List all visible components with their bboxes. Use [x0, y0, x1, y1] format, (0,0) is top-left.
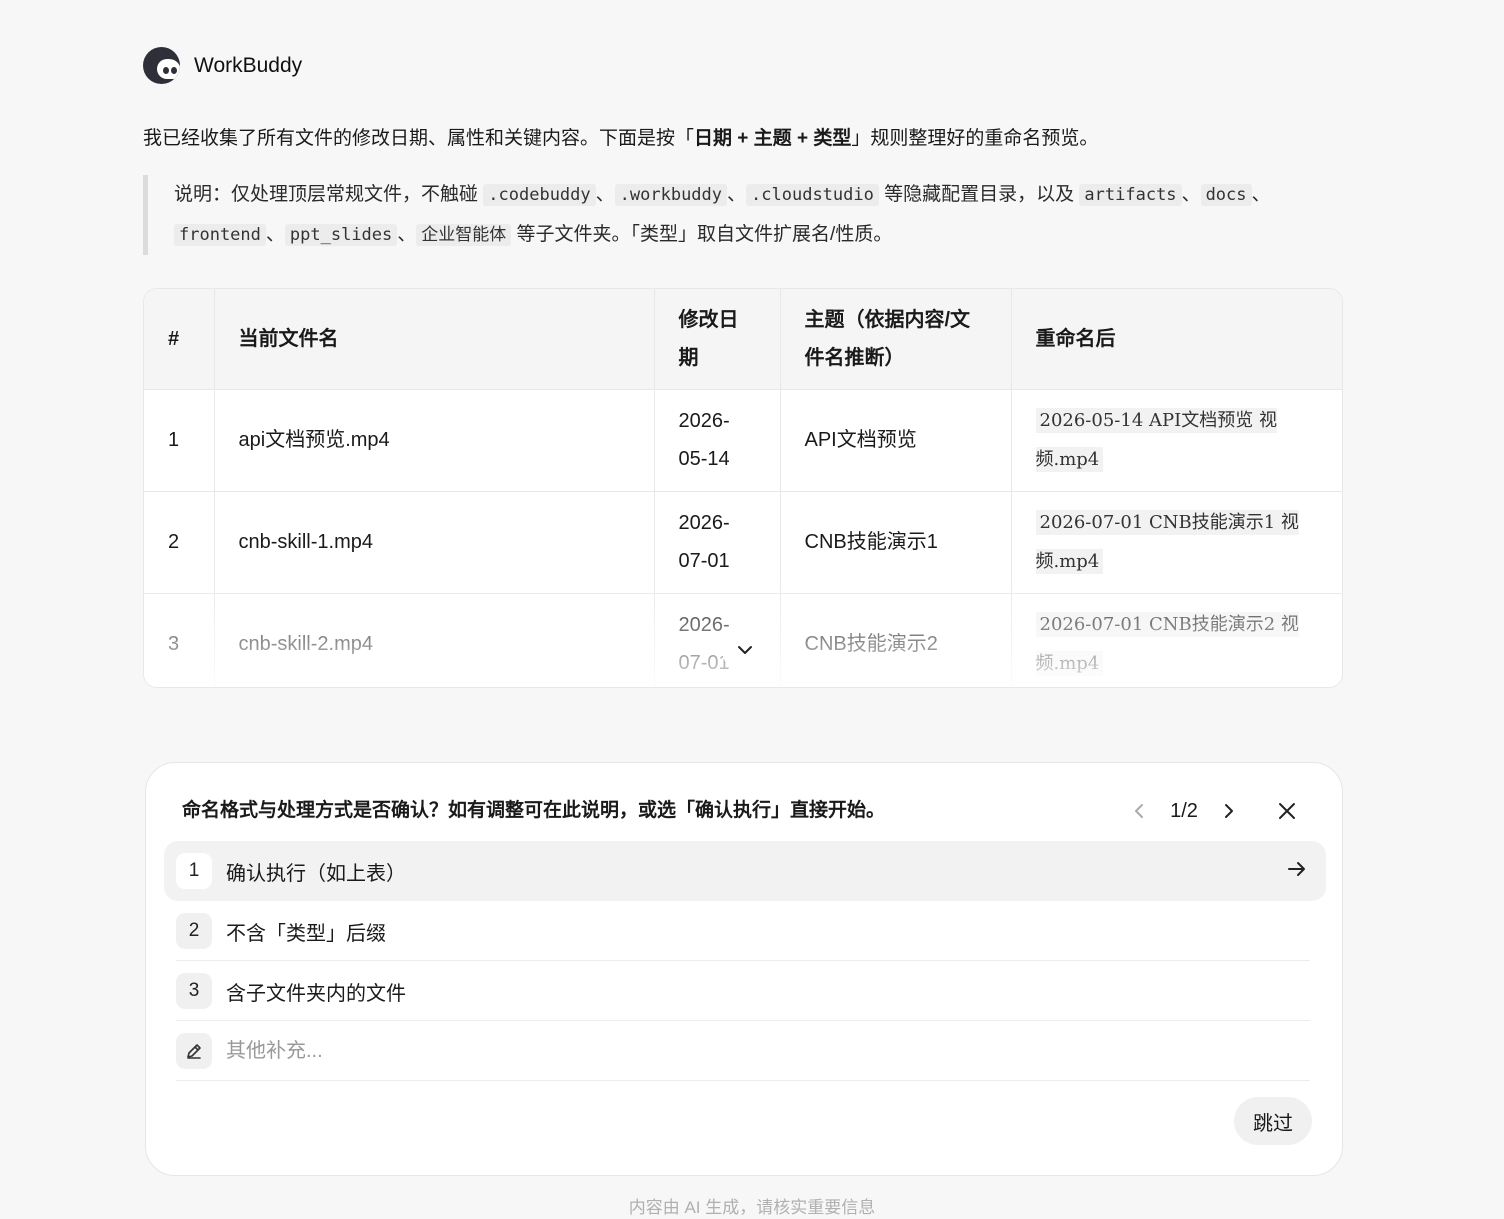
cell-index: 2 — [144, 491, 215, 594]
hidden-dir-code: .cloudstudio — [746, 184, 879, 206]
divider — [176, 1080, 1310, 1081]
chevron-right-icon — [1225, 804, 1233, 818]
cell-topic: CNB技能演示1 — [780, 491, 1012, 594]
cell-topic: CNB技能演示2 — [780, 593, 1012, 687]
cell-renamed: 2026-05-14 API文档预览 视频.mp4 — [1011, 389, 1342, 492]
note-separator: 、 — [1251, 184, 1271, 205]
option-no-type-suffix[interactable]: 2 不含「类型」后缀 — [164, 901, 1326, 961]
table-row: 1 api文档预览.mp4 2026-05-14 API文档预览 2026-05… — [144, 389, 1342, 492]
next-page-button[interactable] — [1214, 797, 1244, 825]
cell-date: 2026-05-14 — [654, 389, 781, 492]
option-number: 3 — [176, 973, 212, 1009]
option-number: 2 — [176, 913, 212, 949]
hidden-dir-code: .codebuddy — [483, 184, 596, 206]
cell-topic: API文档预览 — [780, 389, 1012, 492]
option-label: 确认执行（如上表） — [226, 862, 406, 885]
cell-current-name: cnb-skill-1.mp4 — [214, 491, 655, 594]
option-label: 含子文件夹内的文件 — [226, 982, 406, 1005]
option-label: 不含「类型」后缀 — [226, 922, 386, 945]
intro-rule: 日期 + 主题 + 类型 — [694, 128, 852, 149]
table-row: 2 cnb-skill-1.mp4 2026-07-01 CNB技能演示1 20… — [144, 491, 1342, 594]
chevron-down-icon — [738, 646, 752, 654]
header-index: # — [144, 289, 215, 390]
rename-preview-table[interactable]: # 当前文件名 修改日期 主题（依据内容/文件名推断） 重命名后 1 api文档… — [143, 288, 1343, 688]
sub-dir-code: artifacts — [1079, 184, 1182, 206]
cell-renamed: 2026-07-01 CNB技能演示2 视频.mp4 — [1011, 593, 1342, 687]
note-mid-text: 等隐藏配置目录，以及 — [878, 184, 1080, 205]
header-topic: 主题（依据内容/文件名推断） — [780, 289, 1012, 390]
cell-current-name: cnb-skill-2.mp4 — [214, 593, 655, 687]
cell-renamed: 2026-07-01 CNB技能演示1 视频.mp4 — [1011, 491, 1342, 594]
sub-dir-code: frontend — [174, 224, 266, 246]
note-separator: 、 — [727, 184, 747, 205]
note-blockquote: 说明：仅处理顶层常规文件，不触碰 .codebuddy、 .workbuddy、.… — [143, 175, 1343, 255]
cell-index: 3 — [144, 593, 215, 687]
ai-disclaimer: 内容由 AI 生成，请核实重要信息 — [628, 1198, 876, 1217]
cell-current-name: api文档预览.mp4 — [214, 389, 655, 492]
app-name: WorkBuddy — [194, 53, 303, 77]
sub-dir-code: ppt_slides — [284, 224, 398, 246]
sub-dir-code: 企业智能体 — [416, 224, 512, 246]
sub-dir-code: docs — [1200, 184, 1252, 206]
header-renamed: 重命名后 — [1011, 289, 1342, 390]
intro-text-after: 」规则整理好的重命名预览。 — [851, 128, 1099, 149]
page-indicator: 1/2 — [1170, 799, 1198, 822]
header-current-name: 当前文件名 — [214, 289, 655, 390]
cell-index: 1 — [144, 389, 215, 492]
chevron-left-icon — [1135, 804, 1143, 818]
option-other[interactable] — [164, 1021, 1326, 1081]
question-text: 命名格式与处理方式是否确认？如有调整可在此说明，或选「确认执行」直接开始。 — [182, 800, 886, 821]
other-input[interactable] — [226, 1039, 1126, 1063]
question-panel: 命名格式与处理方式是否确认？如有调整可在此说明，或选「确认执行」直接开始。 1/… — [145, 762, 1343, 1176]
intro-message: 我已经收集了所有文件的修改日期、属性和关键内容。下面是按「日期 + 主题 + 类… — [143, 125, 1343, 153]
renamed-code: 2026-07-01 CNB技能演示1 视频.mp4 — [1035, 510, 1299, 574]
note-prefix: 说明：仅处理顶层常规文件，不触碰 — [174, 184, 484, 205]
prev-page-button[interactable] — [1124, 797, 1154, 825]
renamed-code: 2026-07-01 CNB技能演示2 视频.mp4 — [1035, 612, 1299, 676]
header-modified-date: 修改日期 — [654, 289, 781, 390]
note-separator: 、 — [265, 224, 285, 245]
close-icon — [1279, 803, 1295, 819]
note-separator: 、 — [1181, 184, 1201, 205]
renamed-code: 2026-05-14 API文档预览 视频.mp4 — [1035, 408, 1277, 472]
hidden-dir-code: .workbuddy — [614, 184, 728, 206]
note-separator: 、 — [595, 184, 615, 205]
option-include-subfolders[interactable]: 3 含子文件夹内的文件 — [164, 961, 1326, 1021]
note-separator: 、 — [397, 224, 417, 245]
skip-button[interactable]: 跳过 — [1234, 1097, 1312, 1145]
edit-pen-icon — [176, 1033, 212, 1069]
table-header-row: # 当前文件名 修改日期 主题（依据内容/文件名推断） 重命名后 — [144, 289, 1342, 390]
pager: 1/2 — [1124, 797, 1302, 825]
cell-date: 2026-07-01 — [654, 491, 781, 594]
chat-header: WorkBuddy — [143, 47, 302, 84]
close-button[interactable] — [1272, 797, 1302, 825]
intro-text-before: 我已经收集了所有文件的修改日期、属性和关键内容。下面是按「 — [143, 128, 695, 149]
option-confirm[interactable]: 1 确认执行（如上表） — [164, 841, 1326, 901]
workbuddy-avatar — [143, 47, 180, 84]
note-end-text: 等子文件夹。「类型」取自文件扩展名/性质。 — [511, 224, 893, 245]
arrow-right-icon — [1288, 862, 1305, 876]
scroll-down-button[interactable] — [722, 627, 768, 673]
option-number: 1 — [176, 853, 212, 889]
